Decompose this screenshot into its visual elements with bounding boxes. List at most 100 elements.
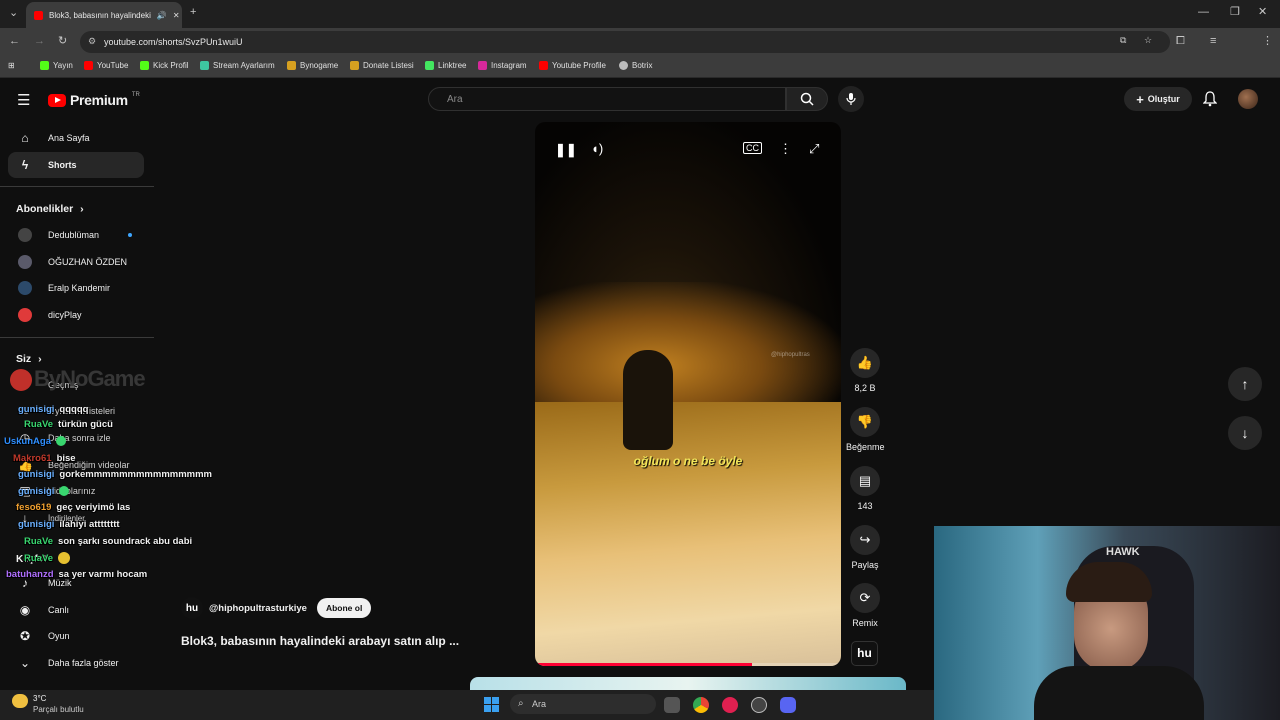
video-progress-bar[interactable] bbox=[535, 663, 841, 666]
youtube-premium-logo[interactable]: Premium TR bbox=[48, 92, 140, 108]
task-view-icon[interactable] bbox=[664, 697, 680, 713]
bookmark-stream-ayarlarim[interactable]: Stream Ayarlarım bbox=[200, 61, 275, 70]
you-heading[interactable]: Siz › bbox=[16, 353, 42, 365]
url-field[interactable]: ⚙ youtube.com/shorts/SvzPUn1wuiU ⧉ ☆ bbox=[80, 31, 1170, 53]
menu-icon[interactable]: ⋮ bbox=[1262, 36, 1273, 47]
live-icon: ◉ bbox=[19, 603, 31, 617]
weather-temp[interactable]: 3°C bbox=[33, 694, 46, 703]
chair-logo-text: HAWK bbox=[1106, 546, 1140, 558]
tab-list-icon[interactable]: ⌄ bbox=[9, 8, 18, 19]
taskbar-search[interactable]: ⌕ Ara bbox=[510, 694, 656, 714]
bookmark-yayin[interactable]: Yayın bbox=[40, 61, 73, 70]
forward-icon[interactable]: → bbox=[34, 36, 45, 47]
sidebar-sub-oguzhan-ozden[interactable]: OĞUZHAN ÖZDEN bbox=[8, 249, 144, 275]
bookmark-linktree[interactable]: Linktree bbox=[425, 61, 466, 70]
minimize-icon[interactable]: — bbox=[1198, 7, 1209, 18]
next-short-button[interactable]: ↓ bbox=[1228, 416, 1262, 450]
emote-icon bbox=[58, 552, 71, 564]
windows-start-icon[interactable] bbox=[484, 697, 499, 712]
reading-list-icon[interactable]: ≡ bbox=[1210, 36, 1216, 47]
video-subtitle: oğlum o ne be öyle bbox=[633, 454, 743, 468]
bookmark-youtube-profile[interactable]: Youtube Profile bbox=[539, 61, 606, 70]
sidebar-item-gaming[interactable]: ✪ Oyun bbox=[8, 623, 144, 649]
speaker-icon[interactable]: 🔊 bbox=[157, 11, 167, 20]
new-content-dot bbox=[128, 233, 132, 237]
browser-tab-bar: ⌄ Blok3, babasının hayalindeki 🔊 ✕ + — ❐… bbox=[0, 0, 1280, 28]
like-button[interactable]: 👍 8,2 B bbox=[846, 348, 884, 393]
new-tab-icon[interactable]: + bbox=[190, 7, 196, 18]
chrome-icon[interactable] bbox=[693, 697, 709, 713]
close-window-icon[interactable]: ✕ bbox=[1258, 7, 1267, 18]
share-icon: ↪ bbox=[850, 525, 880, 555]
arrow-up-icon: ↑ bbox=[1241, 376, 1249, 392]
dislike-button[interactable]: 👎 Beğenme bbox=[846, 407, 885, 452]
media-player-icon[interactable] bbox=[722, 697, 738, 713]
next-short-preview[interactable] bbox=[470, 677, 906, 690]
discord-icon[interactable] bbox=[780, 697, 796, 713]
search-button[interactable] bbox=[786, 87, 828, 111]
comment-icon: ▤ bbox=[850, 466, 880, 496]
remix-icon: ⟳ bbox=[850, 583, 880, 613]
bookmark-kick-profil[interactable]: Kick Profil bbox=[140, 61, 189, 70]
fullscreen-icon[interactable]: ⤢ bbox=[809, 141, 819, 157]
extensions-icon[interactable]: ⧠ bbox=[1176, 36, 1185, 47]
chat-message: RuaVe son şarkı soundrack abu dabi bbox=[24, 536, 193, 547]
search-input[interactable]: Ara bbox=[428, 87, 786, 111]
subscriptions-heading[interactable]: Abonelikler › bbox=[16, 203, 84, 215]
sidebar-sub-dedubluman[interactable]: Dedublüman bbox=[8, 222, 144, 248]
hamburger-menu-icon[interactable]: ☰ bbox=[17, 91, 30, 109]
apps-icon[interactable]: ⊞ bbox=[8, 61, 15, 70]
weather-icon[interactable] bbox=[12, 694, 28, 708]
browser-tab[interactable]: Blok3, babasının hayalindeki 🔊 ✕ bbox=[26, 2, 182, 28]
remix-button[interactable]: ⟳ Remix bbox=[846, 583, 884, 628]
channel-avatar bbox=[18, 255, 32, 269]
pause-icon[interactable]: ❚❚ bbox=[555, 142, 577, 158]
video-watermark: @hiphopultras bbox=[771, 352, 810, 358]
bookmark-botrix[interactable]: Botrix bbox=[619, 61, 652, 70]
reload-icon[interactable]: ↻ bbox=[58, 36, 67, 47]
sidebar-item-home[interactable]: ⌂ Ana Sayfa bbox=[8, 125, 144, 151]
bookmark-bynogame[interactable]: Bynogame bbox=[287, 61, 338, 70]
install-icon[interactable]: ⧉ bbox=[1120, 35, 1126, 46]
previous-short-button[interactable]: ↑ bbox=[1228, 367, 1262, 401]
maximize-icon[interactable]: ❐ bbox=[1230, 7, 1240, 18]
notifications-bell-icon[interactable] bbox=[1203, 91, 1217, 107]
channel-avatar bbox=[18, 281, 32, 295]
sidebar-item-live[interactable]: ◉ Canlı bbox=[8, 597, 144, 623]
voice-search-button[interactable] bbox=[838, 86, 864, 112]
thumbs-up-icon: 👍 bbox=[850, 348, 880, 378]
captions-icon[interactable]: CC bbox=[743, 142, 762, 154]
account-avatar[interactable] bbox=[1238, 89, 1258, 109]
share-button[interactable]: ↪ Paylaş bbox=[846, 525, 884, 570]
channel-avatar[interactable]: hu bbox=[181, 597, 203, 619]
sidebar-item-show-more[interactable]: ⌄ Daha fazla göster bbox=[8, 650, 144, 676]
sound-source-thumbnail[interactable]: hu bbox=[851, 641, 878, 666]
bookmark-donate-listesi[interactable]: Donate Listesi bbox=[350, 61, 414, 70]
chat-message: gunisigi gorkemmmmmmmmmmmmmmm bbox=[18, 469, 212, 480]
site-info-icon[interactable]: ⚙ bbox=[88, 36, 96, 47]
plus-icon: + bbox=[1136, 91, 1144, 107]
back-icon[interactable]: ← bbox=[9, 36, 20, 47]
close-tab-icon[interactable]: ✕ bbox=[173, 11, 180, 20]
channel-handle[interactable]: @hiphopultrasturkiye bbox=[209, 603, 307, 614]
sidebar-sub-dicyplay[interactable]: dicyPlay bbox=[8, 302, 144, 328]
create-button[interactable]: + Oluştur bbox=[1124, 87, 1192, 111]
chat-message: RuaVe türkün gücü bbox=[24, 419, 113, 430]
chat-message: batuhanzd sa yer varmı hocam bbox=[6, 569, 148, 580]
sidebar-sub-eralp-kandemir[interactable]: Eralp Kandemir bbox=[8, 275, 144, 301]
subscribe-button[interactable]: Abone ol bbox=[316, 598, 372, 618]
sidebar-item-shorts[interactable]: ϟ Shorts bbox=[8, 152, 144, 178]
volume-icon[interactable]: ◖) bbox=[591, 141, 603, 156]
more-options-icon[interactable]: ⋮ bbox=[779, 141, 792, 157]
emote-icon bbox=[59, 486, 70, 497]
bookmark-instagram[interactable]: Instagram bbox=[478, 61, 527, 70]
video-title[interactable]: Blok3, babasının hayalindeki arabayı sat… bbox=[181, 634, 459, 648]
bookmark-youtube[interactable]: YouTube bbox=[84, 61, 128, 70]
obs-icon[interactable] bbox=[751, 697, 767, 713]
weather-desc[interactable]: Parçalı bulutlu bbox=[33, 705, 84, 714]
bookmark-star-icon[interactable]: ☆ bbox=[1144, 35, 1152, 46]
search-icon: ⌕ bbox=[518, 698, 524, 709]
arrow-down-icon: ↓ bbox=[1241, 425, 1249, 441]
short-video-player[interactable]: @hiphopultras oğlum o ne be öyle ❚❚ ◖) C… bbox=[535, 122, 841, 666]
comments-button[interactable]: ▤ 143 bbox=[846, 466, 884, 511]
